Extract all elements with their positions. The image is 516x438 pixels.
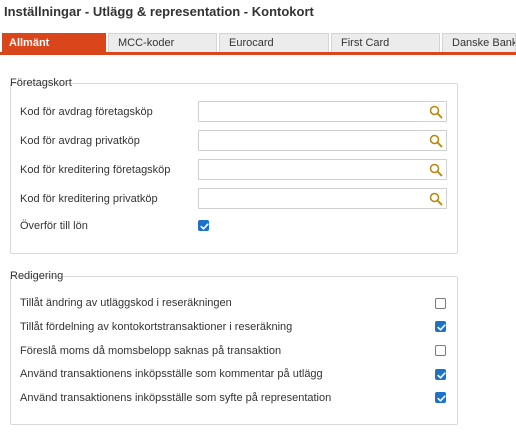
search-icon[interactable]	[429, 105, 443, 119]
tab-bar: Allmänt MCC-koder Eurocard First Card Da…	[0, 33, 516, 55]
option-label-foresla-moms: Föreslå moms då momsbelopp saknas på tra…	[20, 345, 282, 357]
field-label-avdrag-privatkop: Kod för avdrag privatköp	[20, 135, 140, 147]
checkmark-icon	[437, 372, 446, 379]
kreditering-foretagskop-field[interactable]	[198, 159, 447, 180]
tab-eurocard[interactable]: Eurocard	[219, 33, 329, 52]
redigering-legend: Redigering	[10, 270, 64, 282]
checkmark-icon	[200, 223, 209, 230]
field-label-kreditering-privatkop: Kod för kreditering privatköp	[20, 193, 158, 205]
kreditering-privatkop-input[interactable]	[199, 189, 419, 209]
andring-utlaggskod-checkbox[interactable]	[435, 298, 446, 309]
field-label-avdrag-foretagskop: Kod för avdrag företagsköp	[20, 106, 153, 118]
tab-danske-bank[interactable]: Danske Bank	[442, 33, 516, 52]
checkmark-icon	[437, 324, 446, 331]
page-title: Inställningar - Utlägg & representation …	[4, 4, 314, 19]
inkopsstalle-kommentar-checkbox[interactable]	[435, 369, 446, 380]
avdrag-privatkop-input[interactable]	[199, 131, 419, 151]
tab-allmant[interactable]: Allmänt	[2, 33, 106, 52]
option-label-inkopsstalle-kommentar: Använd transaktionens inköpsställe som k…	[20, 368, 323, 380]
settings-page: Inställningar - Utlägg & representation …	[0, 0, 516, 438]
field-label-kreditering-foretagskop: Kod för kreditering företagsköp	[20, 164, 171, 176]
avdrag-foretagskop-input[interactable]	[199, 102, 419, 122]
overfor-till-lon-checkbox[interactable]	[198, 220, 209, 231]
avdrag-privatkop-field[interactable]	[198, 130, 447, 151]
option-label-inkopsstalle-syfte: Använd transaktionens inköpsställe som s…	[20, 392, 332, 404]
foretagskort-legend: Företagskort	[10, 77, 72, 89]
kreditering-foretagskop-input[interactable]	[199, 160, 419, 180]
kreditering-privatkop-field[interactable]	[198, 188, 447, 209]
search-icon[interactable]	[429, 134, 443, 148]
checkmark-icon	[437, 395, 446, 402]
fordelning-kontokort-checkbox[interactable]	[435, 321, 446, 332]
tab-mcc-koder[interactable]: MCC-koder	[108, 33, 217, 52]
tab-first-card[interactable]: First Card	[331, 33, 440, 52]
option-label-andring-utlaggskod: Tillåt ändring av utläggskod i reseräkni…	[20, 297, 232, 309]
search-icon[interactable]	[429, 163, 443, 177]
option-label-fordelning-kontokort: Tillåt fördelning av kontokortstransakti…	[20, 321, 293, 333]
avdrag-foretagskop-field[interactable]	[198, 101, 447, 122]
overfor-till-lon-label: Överför till lön	[20, 220, 88, 232]
foresla-moms-checkbox[interactable]	[435, 345, 446, 356]
search-icon[interactable]	[429, 192, 443, 206]
inkopsstalle-syfte-checkbox[interactable]	[435, 392, 446, 403]
